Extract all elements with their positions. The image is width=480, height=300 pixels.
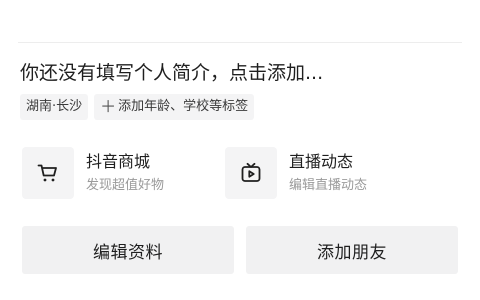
live-title: 直播动态 [289, 151, 354, 171]
tv-play-icon [225, 147, 277, 199]
edit-profile-button[interactable]: 编辑资料 [22, 226, 234, 274]
add-friends-button[interactable]: 添加朋友 [246, 226, 458, 274]
live-subtitle: 编辑直播动态 [289, 177, 368, 193]
location-tag[interactable]: 湖南·长沙 [20, 94, 89, 120]
douyin-mall-entry[interactable]: 抖音商城 发现超值好物 [22, 145, 164, 201]
profile-tags: 湖南·长沙 ＋ 添加年龄、学校等标签 [20, 94, 255, 120]
add-tag-button[interactable]: ＋ 添加年龄、学校等标签 [94, 94, 255, 120]
mall-title: 抖音商城 [86, 151, 151, 171]
live-updates-entry[interactable]: 直播动态 编辑直播动态 [225, 145, 367, 201]
section-divider [18, 42, 462, 43]
mall-subtitle: 发现超值好物 [86, 177, 165, 193]
shopping-cart-icon [22, 147, 74, 199]
location-tag-label: 湖南·长沙 [26, 99, 83, 114]
add-tag-label: 添加年龄、学校等标签 [118, 99, 249, 114]
bio-prompt[interactable]: 你还没有填写个人简介，点击添加... [20, 60, 323, 86]
plus-icon: ＋ [100, 97, 117, 116]
